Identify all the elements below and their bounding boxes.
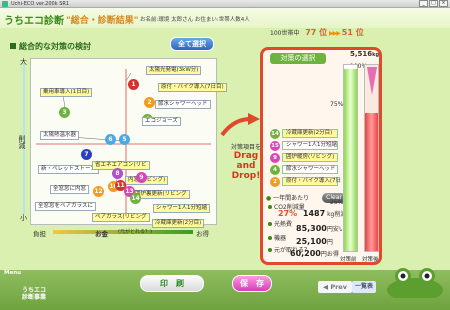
plot-label-extra-c[interactable]: 冷蔵庫更新(2分目) [152,219,205,228]
y-axis-bottom-label: 小 [20,214,27,222]
print-button[interactable]: 印 刷 [140,275,204,292]
selection-panel-title: 対策の選択 [270,53,326,64]
plot-label-7[interactable]: 新・ペレットストーブ [38,165,99,174]
x-axis-mid-sublabel: (元がとれる？) [118,229,152,235]
bar-before-label: 対策前 [340,257,357,263]
plot-bubble-1[interactable]: 1 [128,79,139,90]
plot-label-6[interactable]: 太陽熱温水器 [40,131,80,140]
list-button[interactable]: 一覧表 [352,281,376,293]
invest-label: 機器 [268,233,286,242]
x-axis-right-label: お得 [196,230,209,238]
bar-after [364,64,379,252]
plot-label-12[interactable]: 全窓窓をペアガラスに [35,202,96,211]
minimize-button[interactable]: _ [419,0,428,7]
bar-before [343,64,358,252]
results-header: ● 一年間あたり [266,195,310,202]
co2-values: 27% 1487 kg削減 [278,209,347,218]
selected-item-4[interactable]: 節水シャワーヘッド [282,165,338,174]
plot-label-2[interactable]: 原付・バイク導入(7日目) [158,83,227,92]
x-axis-left-label: 負担 [33,230,46,238]
selected-item-1[interactable]: 冷蔵庫更新(2分目) [282,129,338,138]
plot-bubble-6[interactable]: 6 [105,134,116,145]
selected-bubble-15[interactable]: 15 [270,141,280,151]
bar-after-label: 対策後 [362,257,379,263]
window-titlebar: Uchi-ECO ver.200k SR1 _ □ × [0,0,450,8]
app-logo: うちエコ診断 [4,16,64,27]
x-axis-mid-label: お金 [95,230,108,238]
selected-item-2[interactable]: シャワー1人1分短縮 [282,141,338,150]
plot-bubble-9[interactable]: 9 [136,172,147,183]
cost-label: 光熱費 [268,219,292,228]
save-button[interactable]: 保 存 [232,275,272,292]
ranking-display: 100世帯中 77 位 ▶▶▶ 51 位 [270,27,364,38]
menu-button[interactable]: Menu [4,270,21,276]
selected-bubble-9[interactable]: 9 [270,153,280,163]
payback-values: 60,200円お得 [290,249,339,258]
cost-values: 85,300円安い [296,224,345,233]
footer [0,270,450,310]
plot-label-extra-b[interactable]: シャワー1人1分短縮 [153,204,210,213]
plot-label-3[interactable]: 乗用車導入(1日目) [40,88,93,97]
pct-75-label: 75% [330,101,344,108]
pct-25-label: 25% [330,199,344,206]
selected-item-5[interactable]: 原付・バイク導入(7日 [282,177,341,186]
bar-before-fill [344,68,357,251]
section-title: 総合的な対策の検討 [10,41,91,52]
maximize-button[interactable]: □ [429,0,438,7]
selected-item-3[interactable]: 囲炉暖房(リビング) [282,153,338,162]
total-kg: 5,516kg [350,50,380,58]
plot-bubble-3[interactable]: 3 [59,107,70,118]
plot-label-5[interactable]: エコジョーズ [142,117,181,126]
plot-label-4[interactable]: 節水シャワーヘッド [155,100,211,109]
select-all-button[interactable]: 全て選択 [170,37,214,51]
bar-after-fill [365,113,378,251]
plot-bubble-7[interactable]: 7 [81,149,92,160]
plot-bubble-12[interactable]: 12 [93,186,104,197]
ranking-arrow-icon: ▶▶▶ [329,30,341,37]
window-controls: _ □ × [419,0,448,7]
selected-bubble-2[interactable]: 2 [270,177,280,187]
prev-button[interactable]: ◀ Prev [318,281,352,293]
selected-bubble-14[interactable]: 14 [270,129,280,139]
ranking-prefix: 100世帯中 [270,30,300,37]
plot-bubble-14[interactable]: 14 [130,193,141,204]
plot-label-13[interactable]: ペアガラス(リビング [92,213,150,222]
footer-brand: うちエコ 診断事業 [22,287,47,301]
plot-bubble-2[interactable]: 2 [144,97,155,108]
plot-label-10[interactable]: 全窓窓に内窓 [50,185,90,194]
plot-bubble-8[interactable]: 8 [112,168,123,179]
frog-mascot-icon [387,268,443,298]
app-header: うちエコ診断 "総合・診断結果" お名前:環境 太郎さん お住まい:世帯人数4人 [0,8,450,28]
close-button[interactable]: × [439,0,448,7]
plot-label-1[interactable]: 太陽光発電(3kW分) [146,66,202,75]
selected-bubble-4[interactable]: 4 [270,165,280,175]
y-axis-mid-label: 削減 [18,135,26,149]
page-title: "総合・診断結果" [66,16,139,26]
plot-bubble-5[interactable]: 5 [119,134,130,145]
app-icon [2,1,8,7]
drag-arrow-icon [220,113,260,137]
user-info: お名前:環境 太郎さん お住まい:世帯人数4人 [140,17,250,23]
drag-hint-line1: 対策項目を [230,144,261,151]
window-title: Uchi-ECO ver.200k SR1 [11,1,70,7]
down-arrow-icon [367,67,377,95]
ranking-after: 51 位 [341,28,364,37]
y-axis-top-label: 大 [20,58,27,66]
ranking-before: 77 位 [305,28,328,37]
